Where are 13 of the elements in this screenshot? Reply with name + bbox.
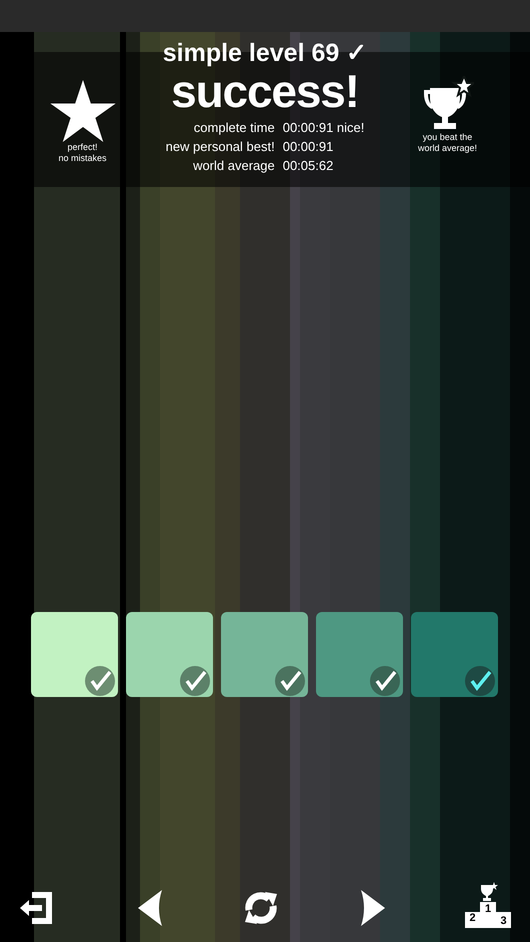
- success-heading: success!: [171, 68, 359, 114]
- stat-label: world average: [192, 157, 275, 175]
- stat-label: new personal best!: [166, 138, 275, 156]
- leaderboard-button[interactable]: 2 1 3: [464, 882, 512, 928]
- badge-caption: world average!: [418, 143, 478, 154]
- level-title: simple level 69 ✓: [162, 38, 368, 68]
- stat-label: complete time: [192, 119, 275, 137]
- stat-value: 00:00:91 nice!: [282, 119, 364, 137]
- badge-caption: you beat the: [422, 132, 472, 143]
- stat-value: 00:00:91: [282, 138, 334, 156]
- badge-caption: no mistakes: [58, 153, 107, 164]
- badge-caption: perfect!: [67, 142, 98, 153]
- stat-value: 00:05:62: [282, 157, 334, 175]
